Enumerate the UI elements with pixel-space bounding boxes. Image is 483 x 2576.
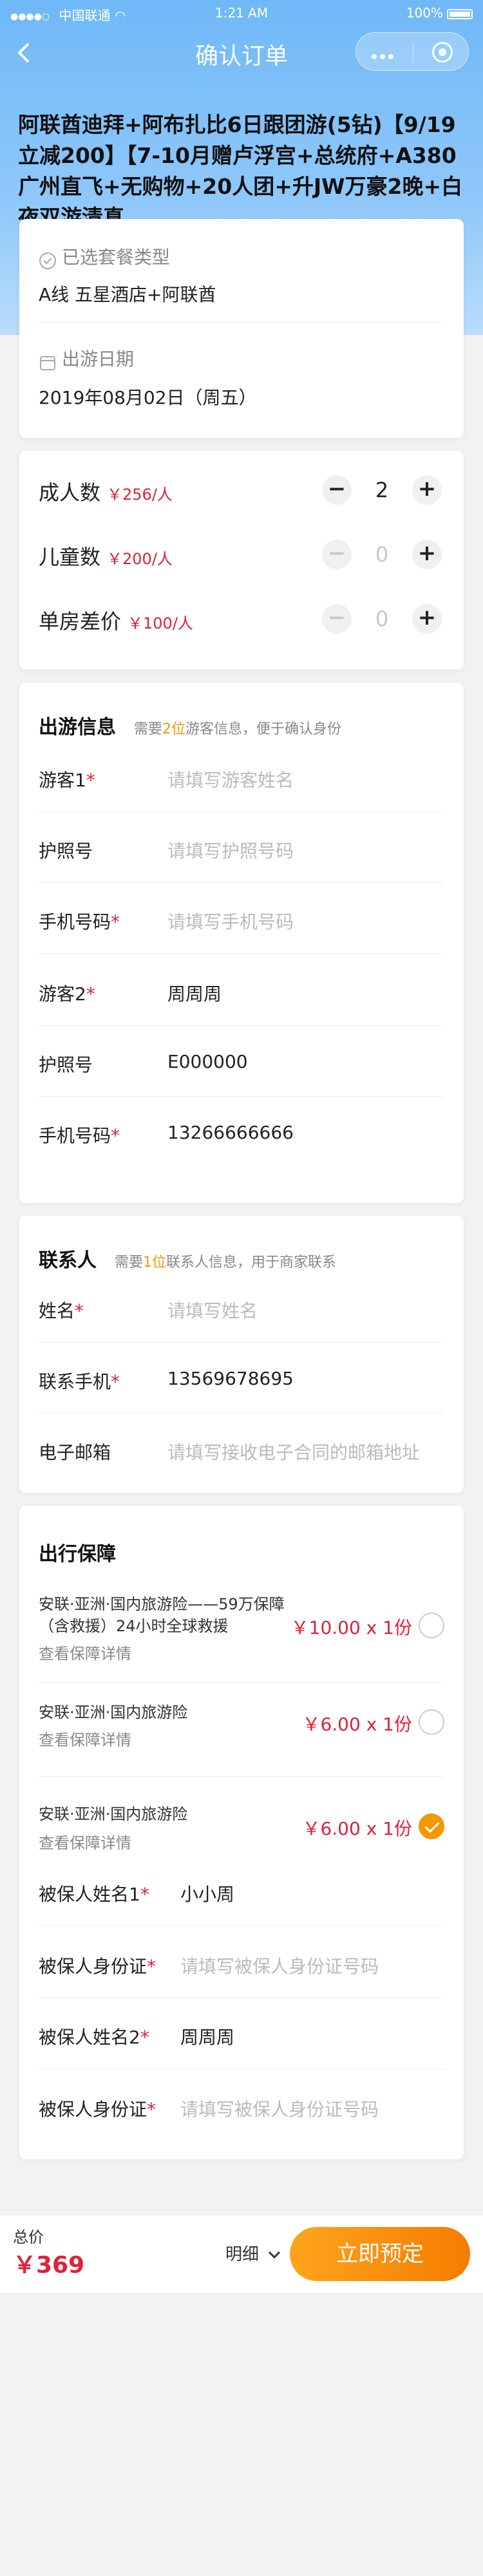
traveler2-name-label: 游客2* — [39, 983, 95, 1005]
battery-icon — [447, 8, 473, 19]
contact-card: 联系人 需要1位联系人信息，用于商家联系 姓名* 请填写姓名 联系手机* 1356… — [19, 1216, 464, 1493]
insured2-id-input[interactable]: 请填写被保人身份证号码 — [180, 2096, 379, 2121]
total-price: ￥369 — [13, 2252, 85, 2278]
insurance-item-name: 安联·亚洲·国内旅游险——59万保障（含救援）24小时全球救援 — [39, 1595, 285, 1635]
single-room-label: 单房差价 ￥100/人 — [39, 609, 193, 634]
chevron-down-icon — [269, 2251, 281, 2259]
divider — [39, 953, 444, 954]
date-value[interactable]: 2019年08月02日（周五） — [39, 384, 257, 410]
divider — [39, 322, 444, 323]
more-button[interactable] — [372, 50, 397, 62]
insurance-detail-link[interactable]: 查看保障详情 — [39, 1727, 131, 1750]
contact-email-label: 电子邮箱 — [39, 1442, 111, 1463]
insurance-radio[interactable] — [419, 1709, 444, 1735]
status-bar: ●●●●○ 中国联通 ◠ 1:21 AM 100% — [0, 0, 483, 26]
check-circle-icon — [39, 252, 56, 269]
insurance-detail-link[interactable]: 查看保障详情 — [39, 1830, 131, 1853]
insurance-radio-checked[interactable] — [419, 1814, 444, 1839]
child-minus-button[interactable]: − — [322, 540, 352, 569]
divider — [39, 1682, 444, 1683]
book-now-button[interactable]: 立即预定 — [290, 2227, 470, 2281]
child-plus-button[interactable]: + — [412, 540, 442, 569]
insurance-section-title: 出行保障 — [39, 1543, 116, 1566]
insured1-name-input[interactable]: 小小周 — [180, 1880, 234, 1906]
insured2-id-label: 被保人身份证* — [39, 2099, 156, 2120]
bottom-bar: 总价 ￥369 明细 立即预定 — [0, 2215, 483, 2293]
insured2-name-label: 被保人姓名2* — [39, 2027, 149, 2048]
divider — [39, 1413, 444, 1414]
contact-phone-input[interactable]: 13569678695 — [167, 1368, 294, 1389]
divider — [39, 1342, 444, 1343]
insurance-item-name: 安联·亚洲·国内旅游险 — [39, 1703, 188, 1721]
traveler1-passport-label: 护照号 — [39, 840, 93, 862]
insured2-name-input[interactable]: 周周周 — [180, 2023, 234, 2049]
adult-count-label: 成人数 ￥256/人 — [39, 480, 173, 505]
date-label: 出游日期 — [39, 345, 134, 372]
traveler2-name-input[interactable]: 周周周 — [167, 980, 222, 1006]
child-count-value: 0 — [375, 542, 389, 567]
traveler1-name-label: 游客1* — [39, 770, 95, 791]
contact-name-label: 姓名* — [39, 1300, 84, 1321]
adult-plus-button[interactable]: + — [412, 475, 442, 505]
single-room-plus-button[interactable]: + — [412, 604, 442, 634]
child-count-label: 儿童数 ￥200/人 — [39, 545, 173, 569]
contact-email-input[interactable]: 请填写接收电子合同的邮箱地址 — [167, 1439, 420, 1464]
traveler2-phone-label: 手机号码* — [39, 1125, 120, 1146]
divider — [39, 882, 444, 883]
total-label: 总价 — [13, 2228, 44, 2246]
single-room-value: 0 — [375, 607, 389, 631]
traveler1-phone-input[interactable]: 请填写手机号码 — [167, 908, 294, 934]
insured1-id-input[interactable]: 请填写被保人身份证号码 — [180, 1953, 379, 1978]
traveler-section-title: 出游信息 需要2位游客信息，便于确认身份 — [39, 716, 342, 739]
insurance-item-price: ￥6.00 x 1份 — [302, 1714, 412, 1735]
contact-section-title: 联系人 需要1位联系人信息，用于商家联系 — [39, 1249, 337, 1272]
insurance-item-price: ￥6.00 x 1份 — [302, 1818, 412, 1839]
insurance-radio[interactable] — [419, 1613, 444, 1638]
insurance-card: 出行保障 安联·亚洲·国内旅游险——59万保障（含救援）24小时全球救援 查看保… — [19, 1506, 464, 2159]
package-card: 已选套餐类型 A线 五星酒店+阿联酋 出游日期 2019年08月02日（周五） — [19, 219, 464, 438]
traveler2-passport-input[interactable]: E000000 — [167, 1051, 248, 1072]
adult-minus-button[interactable]: − — [322, 475, 352, 505]
count-card: 成人数 ￥256/人 − 2 + 儿童数 ￥200/人 − 0 + 单房差价 ￥100… — [19, 451, 464, 670]
package-value[interactable]: A线 五星酒店+阿联酋 — [39, 281, 216, 307]
mini-program-capsule — [355, 32, 469, 71]
traveler-card: 出游信息 需要2位游客信息，便于确认身份 游客1* 请填写游客姓名 护照号 请填写… — [19, 683, 464, 1203]
detail-button[interactable]: 明细 — [225, 2241, 282, 2265]
divider — [39, 1025, 444, 1026]
package-label: 已选套餐类型 — [39, 243, 170, 270]
insurance-item-price: ￥10.00 x 1份 — [290, 1617, 412, 1638]
insured1-id-label: 被保人身份证* — [39, 1956, 156, 1977]
divider — [39, 1096, 444, 1097]
traveler1-phone-label: 手机号码* — [39, 911, 120, 933]
insurance-item-name: 安联·亚洲·国内旅游险 — [39, 1805, 188, 1823]
close-target-icon[interactable] — [432, 42, 453, 62]
battery-status: 100% — [406, 5, 473, 21]
single-room-minus-button[interactable]: − — [322, 604, 352, 634]
divider — [39, 811, 444, 812]
adult-count-value: 2 — [375, 478, 389, 502]
traveler2-passport-label: 护照号 — [39, 1054, 93, 1075]
insurance-detail-link[interactable]: 查看保障详情 — [39, 1641, 131, 1663]
calendar-icon — [40, 355, 55, 370]
divider — [39, 1776, 444, 1777]
product-title: 阿联酋迪拜+阿布扎比6日跟团游(5钻)【9/19立减200】【7-10月赠卢浮宫… — [18, 112, 463, 230]
traveler1-name-input[interactable]: 请填写游客姓名 — [167, 766, 294, 792]
contact-name-input[interactable]: 请填写姓名 — [167, 1297, 258, 1323]
contact-phone-label: 联系手机* — [39, 1371, 120, 1392]
traveler2-phone-input[interactable]: 13266666666 — [167, 1122, 294, 1143]
insured1-name-label: 被保人姓名1* — [39, 1884, 149, 1905]
nav-bar: 确认订单 — [0, 26, 483, 82]
traveler1-passport-input[interactable]: 请填写护照号码 — [167, 837, 294, 863]
